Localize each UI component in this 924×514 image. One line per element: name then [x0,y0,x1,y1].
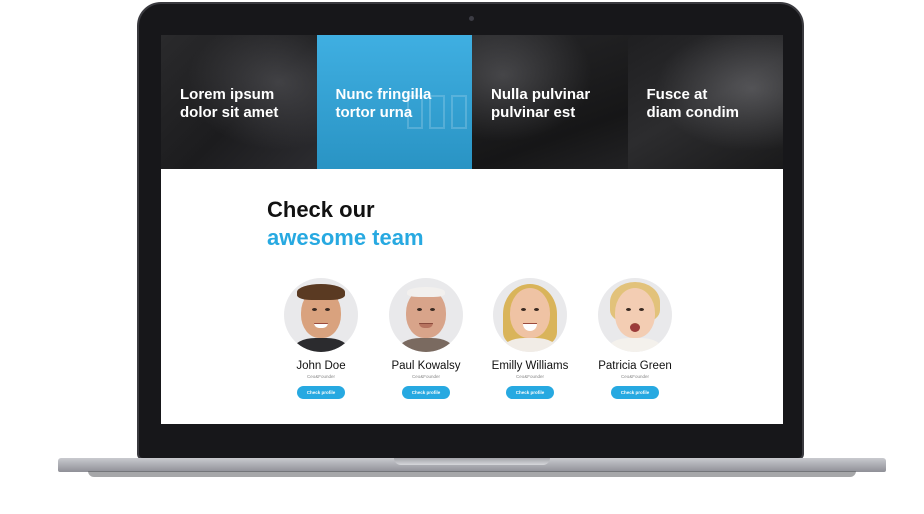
avatar [389,278,463,352]
hero-tile-title: Nunc fringilla tortor urna [336,86,432,122]
hero-tile-line: Nunc fringilla [335,86,432,103]
check-profile-button[interactable]: Check profile [506,386,554,399]
webcam-icon [469,16,474,21]
member-name: Paul Kowalsy [391,360,461,372]
member-role: Ceo&Founder [515,374,545,379]
hero-tile-line: Lorem ipsum [180,86,275,103]
check-profile-button[interactable]: Check profile [611,386,659,399]
avatar-body [502,338,558,352]
avatar-eye [417,308,422,311]
avatar [284,278,358,352]
member-role: Ceo&Founder [411,374,441,379]
section-heading: Check our awesome team [267,196,424,252]
laptop-mockup: Lorem ipsum dolor sit amet Nunc fringill… [0,0,924,514]
avatar-eye [639,308,644,311]
avatar-hair [407,287,445,297]
heading-line-1: Check our [267,197,375,222]
member-name: Patricia Green [598,360,672,372]
team-member-card: Emilly Williams Ceo&Founder Check profil… [478,278,582,399]
avatar [598,278,672,352]
member-role: Ceo&Founder [620,374,650,379]
avatar-eye [521,308,526,311]
laptop-shadow [88,471,856,477]
avatar-body [398,338,454,352]
avatar-eye [534,308,539,311]
avatar-eye [312,308,317,311]
hero-tile-line: pulvinar est [491,104,576,121]
member-name: John Doe [296,360,346,372]
member-name: Emilly Williams [491,360,569,372]
hero-tile[interactable]: Lorem ipsum dolor sit amet [161,35,317,169]
team-member-card: Patricia Green Ceo&Founder Check profile [583,278,687,399]
avatar-mouth [630,323,640,332]
hero-tile-line: dolor sit amet [180,104,279,121]
hero-tile-active[interactable]: Nunc fringilla tortor urna [316,35,472,169]
hero-tile-line: diam condim [646,104,740,121]
team-member-card: Paul Kowalsy Ceo&Founder Check profile [374,278,478,399]
hero-tile-title: Nulla pulvinar pulvinar est [491,86,590,122]
team-member-card: John Doe Ceo&Founder Check profile [269,278,373,399]
avatar-eye [626,308,631,311]
hero-tile-title: Fusce at diam condim [647,86,740,122]
website-screen: Lorem ipsum dolor sit amet Nunc fringill… [161,35,783,424]
window-decoration [450,95,467,129]
hero-tiles: Lorem ipsum dolor sit amet Nunc fringill… [161,35,783,169]
avatar-eye [325,308,330,311]
avatar-eye [430,308,435,311]
check-profile-button[interactable]: Check profile [297,386,345,399]
heading-line-2: awesome team [267,225,424,250]
avatar-hair [297,284,345,300]
avatar-body [607,338,663,352]
laptop-notch [394,458,550,465]
hero-tile[interactable]: Nulla pulvinar pulvinar est [472,35,628,169]
hero-tile-line: Nulla pulvinar [491,86,591,103]
check-profile-button[interactable]: Check profile [402,386,450,399]
team-grid: John Doe Ceo&Founder Check profile Paul … [269,278,689,408]
hero-tile-line: Fusce at [646,86,708,103]
avatar-body [293,338,349,352]
hero-tile-line: tortor urna [335,104,413,121]
member-role: Ceo&Founder [306,374,336,379]
hero-tile[interactable]: Fusce at diam condim [627,35,783,169]
hero-tile-title: Lorem ipsum dolor sit amet [180,86,278,122]
avatar [493,278,567,352]
